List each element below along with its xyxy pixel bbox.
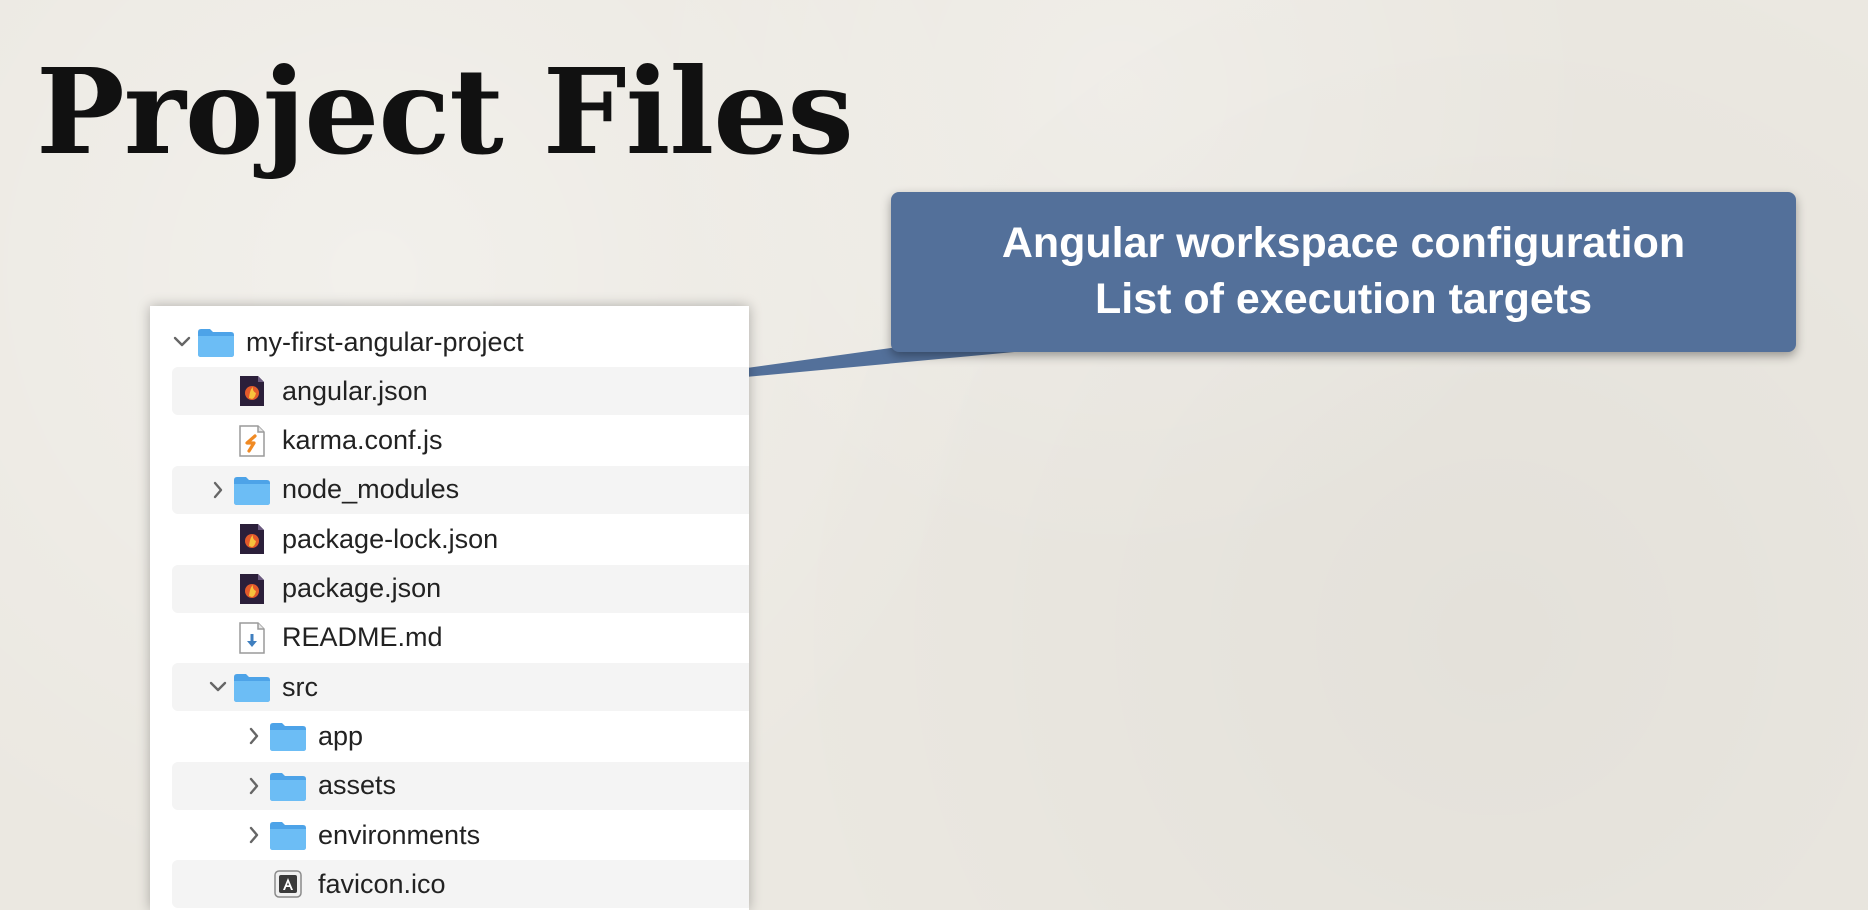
file-tree-row[interactable]: karma.conf.js xyxy=(172,417,749,465)
chevron-right-icon[interactable] xyxy=(208,480,228,500)
file-tree-row[interactable]: favicon.ico xyxy=(172,860,749,909)
file-tree-row[interactable]: src xyxy=(172,663,749,712)
chevron-right-icon[interactable] xyxy=(244,776,264,796)
slide-title: Project Files xyxy=(36,42,854,181)
callout-box: Angular workspace configuration List of … xyxy=(891,192,1796,352)
file-tree-label: README.md xyxy=(282,622,443,653)
file-tree-row[interactable]: environments xyxy=(172,811,749,859)
file-tree-label: environments xyxy=(318,819,481,850)
file-tree-label: src xyxy=(282,671,318,702)
folder-icon xyxy=(232,667,272,707)
file-tree-row[interactable]: package-lock.json xyxy=(172,515,749,563)
folder-icon xyxy=(232,470,272,510)
markdown-file-icon xyxy=(232,618,272,658)
file-tree-row[interactable]: node_modules xyxy=(172,465,749,514)
file-tree-label: karma.conf.js xyxy=(282,425,443,456)
folder-icon xyxy=(196,322,236,362)
file-tree-label: assets xyxy=(318,770,397,801)
file-tree-label: node_modules xyxy=(282,474,460,505)
chevron-down-icon[interactable] xyxy=(208,680,228,694)
json-file-icon xyxy=(232,371,272,411)
file-tree-row[interactable]: README.md xyxy=(172,614,749,662)
folder-icon xyxy=(268,716,308,756)
file-tree-row[interactable]: angular.json xyxy=(172,367,749,416)
folder-icon xyxy=(268,766,308,806)
json-file-icon xyxy=(232,569,272,609)
chevron-down-icon[interactable] xyxy=(172,335,192,349)
file-tree-label: angular.json xyxy=(282,375,428,406)
file-tree-label: favicon.ico xyxy=(318,868,446,899)
chevron-right-icon[interactable] xyxy=(244,726,264,746)
callout-line-1: Angular workspace configuration xyxy=(1001,219,1686,268)
javascript-file-icon xyxy=(232,421,272,461)
file-tree-row[interactable]: my-first-angular-project xyxy=(172,318,749,366)
file-tree-row[interactable]: package.json xyxy=(172,564,749,613)
file-tree-row[interactable]: app xyxy=(172,712,749,760)
file-tree-label: app xyxy=(318,720,364,751)
json-file-icon xyxy=(232,519,272,559)
file-tree-panel: my-first-angular-project angular.json karm… xyxy=(150,306,749,910)
folder-icon xyxy=(268,815,308,855)
file-tree-label: package-lock.json xyxy=(282,523,499,554)
angular-favicon-icon xyxy=(268,864,308,904)
callout-line-2: List of execution targets xyxy=(1095,275,1592,323)
file-tree-row[interactable]: assets xyxy=(172,761,749,810)
file-tree-label: package.json xyxy=(282,573,442,603)
file-tree-label: my-first-angular-project xyxy=(246,326,524,357)
chevron-right-icon[interactable] xyxy=(244,825,264,845)
